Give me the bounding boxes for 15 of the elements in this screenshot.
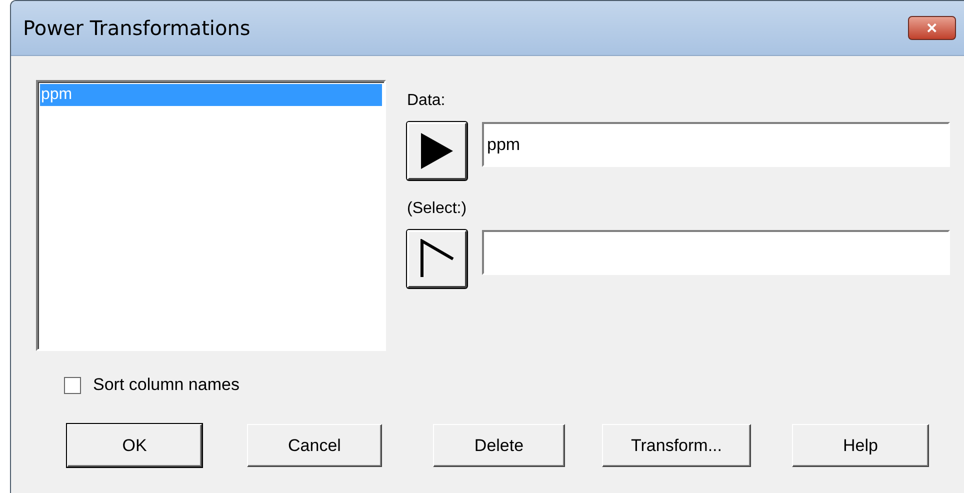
filled-triangle-icon	[419, 131, 455, 171]
field-label: (Select:)	[407, 200, 468, 219]
checkbox-label: Sort column names	[93, 375, 240, 395]
dialog-button[interactable]: Transform...	[602, 424, 751, 467]
dialog-button[interactable]: Cancel	[247, 424, 382, 467]
variable-field[interactable]: ppm	[482, 122, 950, 167]
dialog-button[interactable]: Help	[792, 424, 929, 467]
variable-field[interactable]	[482, 230, 950, 275]
window-title: Power Transformations	[23, 16, 250, 40]
checkbox[interactable]	[64, 376, 81, 394]
dialog-button[interactable]: Delete	[433, 424, 565, 467]
arrow-button[interactable]	[407, 230, 467, 288]
arrow-button[interactable]	[407, 122, 467, 180]
dialog-button[interactable]: OK	[67, 424, 202, 467]
field-label: Data:	[407, 92, 446, 111]
